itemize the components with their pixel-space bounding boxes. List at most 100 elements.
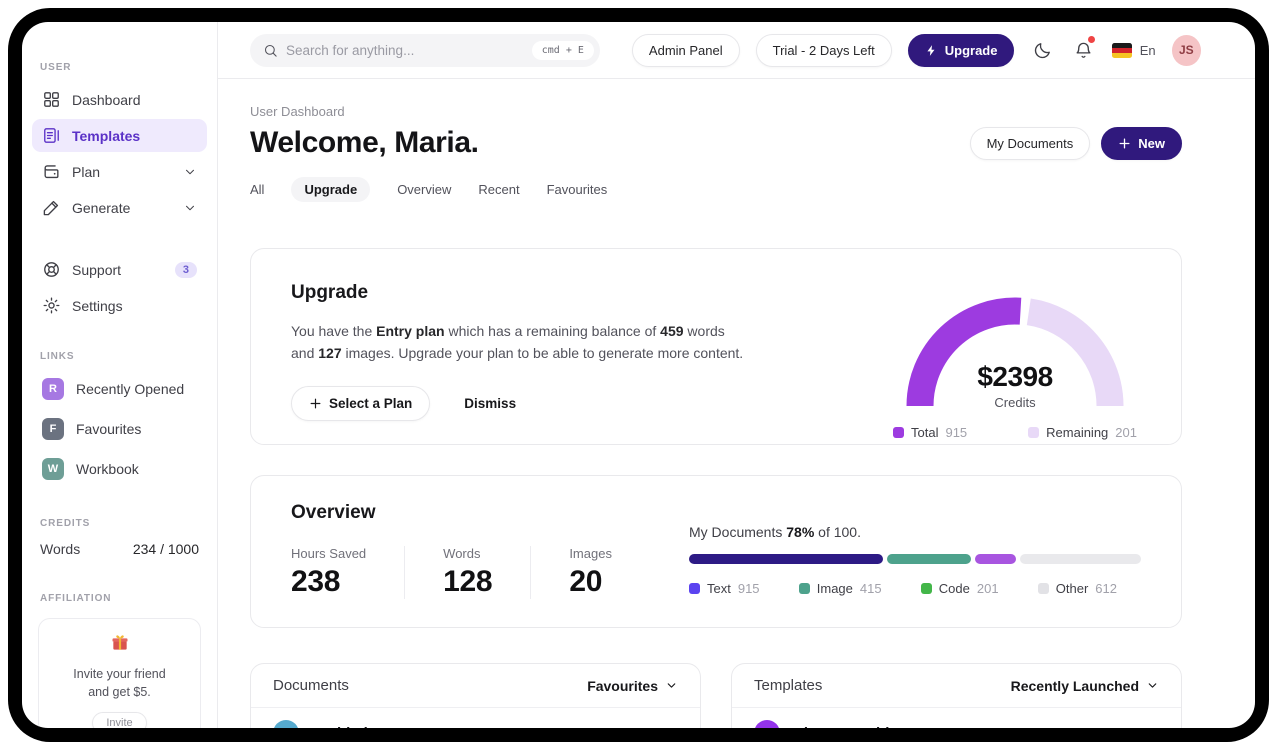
chevron-down-icon — [186, 169, 194, 174]
sidebar-item-dashboard[interactable]: Dashboard — [32, 83, 207, 116]
gauge-legend: Total 915 Remaining 201 — [889, 425, 1141, 440]
sidebar-section-credits: CREDITS — [40, 518, 91, 529]
legend-item-image: Image 415 — [798, 581, 882, 596]
bar-segment-code — [974, 554, 1016, 564]
sidebar-link-label: Workbook — [76, 461, 139, 477]
templates-panel-title: Templates — [754, 677, 823, 694]
stat-images: Images 20 — [530, 546, 650, 599]
new-button[interactable]: New — [1101, 126, 1182, 160]
legend-swatch — [920, 583, 932, 594]
search-box[interactable]: cmd + E — [250, 33, 600, 67]
select-plan-button[interactable]: Select a Plan — [291, 385, 431, 421]
main-area: cmd + E Admin Panel Trial - 2 Days Left … — [218, 22, 1255, 728]
page-title: Welcome, Maria. — [250, 126, 479, 159]
document-location: in Workbook — [606, 726, 678, 729]
sidebar-item-support[interactable]: Support 3 — [32, 253, 207, 286]
template-row[interactable]: Blog Post Title in Workbook — [732, 708, 1181, 728]
sidebar-item-plan[interactable]: Plan — [32, 155, 207, 188]
bar-segment-image — [887, 554, 971, 564]
language-label[interactable]: En — [1140, 43, 1156, 58]
notification-dot — [1087, 36, 1095, 43]
credits-words-value: 234 / 1000 — [132, 541, 199, 557]
link-initial-badge: R — [42, 378, 64, 400]
dashboard-content: User Dashboard Welcome, Maria. My Docume… — [218, 79, 1255, 728]
upgrade-button[interactable]: Upgrade — [907, 33, 1015, 67]
tab-overview[interactable]: Overview — [397, 177, 451, 202]
documents-panel-title: Documents — [273, 677, 349, 694]
affiliation-text-line1: Invite your friend — [73, 667, 166, 681]
notifications-button[interactable] — [1071, 36, 1096, 63]
link-initial-badge: F — [42, 418, 64, 440]
legend-item-total: Total 915 — [893, 425, 967, 440]
sidebar-link-recently-opened[interactable]: R Recently Opened — [32, 372, 207, 406]
upgrade-card-body: You have the Entry plan which has a rema… — [291, 323, 744, 361]
templates-filter-dropdown[interactable]: Recently Launched — [1011, 678, 1159, 694]
legend-swatch — [893, 427, 904, 438]
tab-all[interactable]: All — [250, 177, 264, 202]
document-avatar — [273, 720, 299, 728]
bar-segment-other — [1019, 554, 1141, 564]
sidebar-item-label: Templates — [72, 127, 141, 144]
legend-item-code: Code 201 — [920, 581, 999, 596]
overview-card-title: Overview — [291, 502, 376, 523]
documents-panel: Documents Favourites Untitled Document i… — [250, 663, 701, 728]
sidebar-item-settings[interactable]: Settings — [32, 289, 207, 322]
documents-filter-dropdown[interactable]: Favourites — [587, 678, 678, 694]
sidebar-item-templates[interactable]: Templates — [32, 119, 207, 152]
affiliation-card: Invite your friend and get $5. Invite — [38, 618, 201, 728]
admin-panel-button[interactable]: Admin Panel — [631, 33, 740, 67]
language-flag-germany[interactable] — [1111, 42, 1132, 58]
sidebar-item-generate[interactable]: Generate — [32, 191, 207, 224]
device-frame: USER Dashboard Templates Plan Generate S… — [8, 8, 1269, 742]
sidebar-link-favourites[interactable]: F Favourites — [32, 412, 207, 446]
credits-gauge: $2398 Credits Total 915 Remaining 201 — [889, 280, 1141, 444]
lifebuoy-icon — [44, 262, 59, 277]
sidebar-link-label: Recently Opened — [76, 381, 185, 397]
search-shortcut-badge: cmd + E — [531, 40, 594, 60]
documents-progress-block: My Documents 78% of 100. Text 915 Image … — [689, 502, 1141, 627]
chevron-down-icon — [1148, 683, 1157, 688]
document-title: Untitled Document — [312, 725, 445, 729]
legend-item-other: Other 612 — [1037, 581, 1117, 596]
template-title: Blog Post Title — [793, 725, 898, 729]
sidebar-item-label: Dashboard — [72, 91, 141, 108]
sidebar-link-workbook[interactable]: W Workbook — [32, 452, 207, 486]
my-documents-button[interactable]: My Documents — [969, 126, 1091, 160]
sidebar-item-label: Plan — [72, 163, 101, 180]
upgrade-card-title: Upgrade — [291, 282, 369, 303]
dismiss-button[interactable]: Dismiss — [464, 396, 516, 411]
tab-favourites[interactable]: Favourites — [547, 177, 608, 202]
templates-icon — [44, 128, 59, 143]
document-row[interactable]: Untitled Document in Workbook — [251, 708, 700, 728]
link-initial-badge: W — [42, 458, 64, 480]
credits-words-label: Words — [40, 541, 81, 557]
chevron-down-icon — [186, 205, 194, 210]
templates-panel: Templates Recently Launched Blog Post Ti… — [731, 663, 1182, 728]
breadcrumb: User Dashboard — [250, 104, 345, 119]
sidebar: USER Dashboard Templates Plan Generate S… — [22, 22, 218, 728]
tab-recent[interactable]: Recent — [478, 177, 519, 202]
trial-status-button[interactable]: Trial - 2 Days Left — [755, 33, 892, 67]
template-avatar — [754, 720, 780, 728]
filter-tabs: All Upgrade Overview Recent Favourites — [250, 177, 1182, 202]
user-avatar[interactable]: JS — [1171, 34, 1201, 66]
search-input[interactable] — [286, 42, 524, 58]
upgrade-card: Upgrade You have the Entry plan which ha… — [250, 248, 1182, 445]
legend-swatch — [798, 583, 810, 594]
sidebar-link-label: Favourites — [76, 421, 142, 437]
stat-words: Words 128 — [404, 546, 530, 599]
tab-upgrade[interactable]: Upgrade — [291, 177, 371, 202]
sidebar-section-links: LINKS — [40, 351, 75, 362]
plus-icon — [1119, 138, 1130, 148]
support-badge: 3 — [174, 261, 197, 278]
gauge-center-value: $2398 — [977, 361, 1053, 392]
affiliation-text-line2: and get $5. — [88, 685, 151, 700]
dark-mode-toggle[interactable] — [1030, 37, 1055, 63]
overview-stats: Hours Saved 238 Words 128 Images 20 — [291, 546, 650, 599]
search-icon — [264, 44, 277, 57]
legend-swatch — [689, 583, 700, 594]
moon-icon — [1035, 42, 1051, 58]
bell-icon — [1076, 42, 1091, 58]
invite-button[interactable]: Invite — [92, 712, 147, 728]
topbar: cmd + E Admin Panel Trial - 2 Days Left … — [218, 22, 1255, 79]
